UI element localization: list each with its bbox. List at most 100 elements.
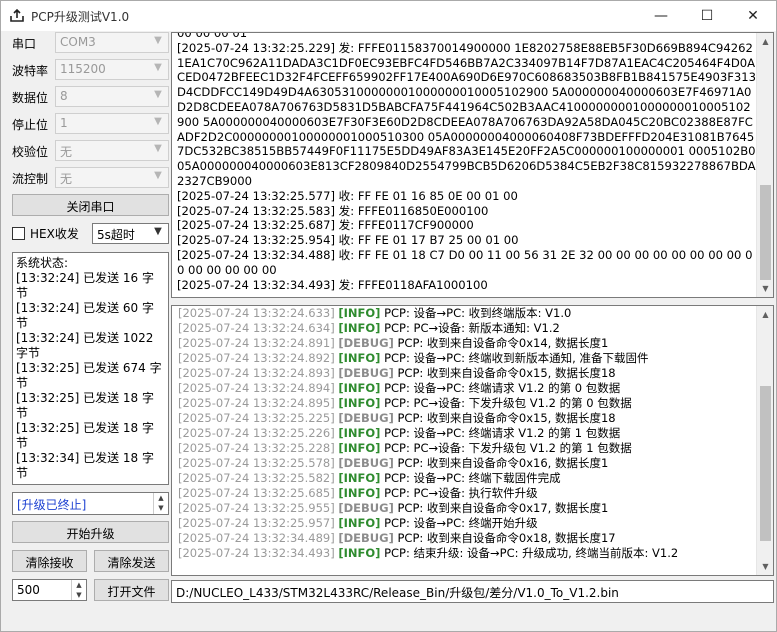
baud-label: 波特率 — [12, 64, 49, 78]
flow-select[interactable]: 无 ▼ — [55, 167, 169, 188]
rx-line: [2025-07-24 13:32:25.687] 发: FFFE0117CF9… — [177, 218, 474, 233]
close-icon: ✕ — [747, 8, 759, 24]
timeout-value: 5s超时 — [97, 228, 135, 242]
status-log[interactable]: 系统状态: [13:32:24] 已发送 16 字节 [13:32:24] 已发… — [12, 252, 169, 485]
clear-rx-button[interactable]: 清除接收 — [12, 550, 87, 572]
log-timestamp: [2025-07-24 13:32:25.685] — [178, 486, 335, 500]
log-line: [2025-07-24 13:32:25.957] [INFO] PCP: 设备… — [178, 516, 753, 531]
file-path-field[interactable]: D:/NUCLEO_L433/STM32L433RC/Release_Bin/升… — [171, 580, 774, 603]
maximize-icon: ☐ — [700, 8, 714, 24]
log-message: PCP: PC→设备: 新版本通知: V1.2 — [380, 321, 560, 335]
log-message: PCP: 收到来自设备命令0x17, 数据长度1 — [393, 501, 609, 515]
scroll-down-icon[interactable]: ▼ — [757, 558, 773, 575]
open-file-button[interactable]: 打开文件 — [94, 579, 169, 601]
start-upgrade-button[interactable]: 开始升级 — [12, 521, 169, 543]
log-level: [INFO] — [338, 396, 381, 410]
log-level: [INFO] — [338, 546, 381, 560]
window-title: PCP升级测试V1.0 — [31, 10, 130, 24]
log-message: PCP: 设备→PC: 终端收到新版本通知, 准备下载固件 — [380, 351, 649, 365]
rx-line: [2025-07-24 13:32:34.488] 收: FF FE 01 18… — [177, 247, 753, 277]
log-timestamp: [2025-07-24 13:32:24.891] — [178, 336, 335, 350]
baud-select[interactable]: 115200 ▼ — [55, 59, 169, 80]
maximize-button[interactable]: ☐ — [684, 1, 730, 31]
parity-label: 校验位 — [12, 145, 49, 159]
port-value: COM3 — [60, 35, 96, 49]
log-message: PCP: PC→设备: 执行软件升级 — [380, 486, 538, 500]
log-line: [2025-07-24 13:32:24.895] [INFO] PCP: PC… — [178, 396, 753, 411]
close-button[interactable]: ✕ — [730, 1, 776, 31]
rx-text: 00 00 00 01 [2025-07-24 13:32:25.229] 发:… — [177, 33, 757, 292]
clear-tx-button[interactable]: 清除发送 — [94, 550, 169, 572]
databits-select[interactable]: 8 ▼ — [55, 86, 169, 107]
minimize-button[interactable]: — — [638, 1, 684, 31]
parity-select[interactable]: 无 ▼ — [55, 140, 169, 161]
status-line: [13:32:25] 已发送 18 字节 — [16, 421, 154, 450]
timeout-select[interactable]: 5s超时 ▼ — [92, 223, 169, 244]
status-line: [13:32:25] 已发送 18 字节 — [16, 391, 154, 420]
baud-value: 115200 — [60, 62, 106, 76]
upload-icon — [10, 8, 24, 22]
chevron-down-icon: ▼ — [154, 35, 162, 46]
log-scrollbar[interactable]: ▲ ▼ — [756, 306, 773, 575]
log-line: [2025-07-24 13:32:24.892] [INFO] PCP: 设备… — [178, 351, 753, 366]
log-line: [2025-07-24 13:32:25.226] [INFO] PCP: 设备… — [178, 426, 753, 441]
log-line: [2025-07-24 13:32:25.955] [DEBUG] PCP: 收… — [178, 501, 753, 516]
log-level: [DEBUG] — [338, 531, 394, 545]
log-timestamp: [2025-07-24 13:32:24.894] — [178, 381, 335, 395]
title-bar[interactable]: PCP升级测试V1.0 — ☐ ✕ — [1, 1, 776, 31]
log-message: PCP: 设备→PC: 终端开始升级 — [380, 516, 538, 530]
scroll-up-icon[interactable]: ▲ — [757, 306, 773, 323]
log-message: PCP: 收到来自设备命令0x16, 数据长度1 — [393, 456, 609, 470]
databits-value: 8 — [60, 89, 68, 103]
rx-line: [2025-07-24 13:32:25.583] 发: FFFE0116850… — [177, 203, 489, 218]
spin-arrows[interactable]: ▲ ▼ — [71, 580, 86, 600]
spin-up-icon[interactable]: ▲ — [72, 580, 86, 590]
scroll-up-icon[interactable]: ▲ — [757, 33, 773, 50]
minimize-icon: — — [654, 8, 668, 24]
scroll-thumb[interactable] — [760, 386, 771, 541]
log-line: [2025-07-24 13:32:34.493] [INFO] PCP: 结束… — [178, 546, 753, 561]
log-timestamp: [2025-07-24 13:32:24.892] — [178, 351, 335, 365]
spin-up-icon[interactable]: ▲ — [154, 493, 168, 503]
status-line: 系统状态: — [16, 256, 69, 270]
log-message: PCP: 结束升级: 设备→PC: 升级成功, 终端当前版本: V1.2 — [380, 546, 679, 560]
close-port-button[interactable]: 关闭串口 — [12, 194, 169, 216]
log-line: [2025-07-24 13:32:25.685] [INFO] PCP: PC… — [178, 486, 753, 501]
spin-arrows[interactable]: ▲ ▼ — [153, 493, 168, 514]
rx-data-box[interactable]: 00 00 00 01 [2025-07-24 13:32:25.229] 发:… — [171, 32, 774, 298]
stopbits-select[interactable]: 1 ▼ — [55, 113, 169, 134]
stopbits-label: 停止位 — [12, 118, 49, 132]
log-line: [2025-07-24 13:32:25.578] [DEBUG] PCP: 收… — [178, 456, 753, 471]
spin-down-icon[interactable]: ▼ — [154, 503, 168, 513]
log-line: [2025-07-24 13:32:25.228] [INFO] PCP: PC… — [178, 441, 753, 456]
chevron-down-icon: ▼ — [154, 143, 162, 154]
databits-label: 数据位 — [12, 91, 49, 105]
status-line: [13:32:34] 已发送 18 字节 — [16, 451, 154, 480]
log-line: [2025-07-24 13:32:34.489] [DEBUG] PCP: 收… — [178, 531, 753, 546]
log-level: [DEBUG] — [338, 456, 394, 470]
rx-scrollbar[interactable]: ▲ ▼ — [756, 33, 773, 297]
count-value: 500 — [17, 583, 40, 597]
flow-value: 无 — [60, 172, 73, 186]
log-level: [INFO] — [338, 351, 381, 365]
hex-checkbox[interactable] — [12, 227, 25, 240]
chevron-down-icon: ▼ — [154, 116, 162, 127]
scroll-down-icon[interactable]: ▼ — [757, 280, 773, 297]
status-line: [13:32:25] 已发送 674 字节 — [16, 361, 162, 390]
main-window: PCP升级测试V1.0 — ☐ ✕ 串口 COM3 ▼ 波特率 115200 ▼ 数… — [0, 0, 777, 632]
log-message: PCP: PC→设备: 下发升级包 V1.2 的第 0 包数据 — [380, 396, 632, 410]
log-message: PCP: 设备→PC: 终端请求 V1.2 的第 1 包数据 — [380, 426, 621, 440]
log-box[interactable]: [2025-07-24 13:32:24.633] [INFO] PCP: 设备… — [171, 305, 774, 576]
spin-down-icon[interactable]: ▼ — [72, 590, 86, 600]
log-line: [2025-07-24 13:32:24.634] [INFO] PCP: PC… — [178, 321, 753, 336]
log-level: [INFO] — [338, 486, 381, 500]
scroll-thumb[interactable] — [760, 185, 771, 280]
log-timestamp: [2025-07-24 13:32:25.582] — [178, 471, 335, 485]
chevron-down-icon: ▼ — [154, 170, 162, 181]
port-select[interactable]: COM3 ▼ — [55, 32, 169, 53]
log-level: [INFO] — [338, 426, 381, 440]
upgrade-state-field[interactable]: [升级已终止] ▲ ▼ — [12, 492, 169, 515]
log-timestamp: [2025-07-24 13:32:25.228] — [178, 441, 335, 455]
log-timestamp: [2025-07-24 13:32:24.634] — [178, 321, 335, 335]
count-spinbox[interactable]: 500 ▲ ▼ — [12, 579, 87, 601]
